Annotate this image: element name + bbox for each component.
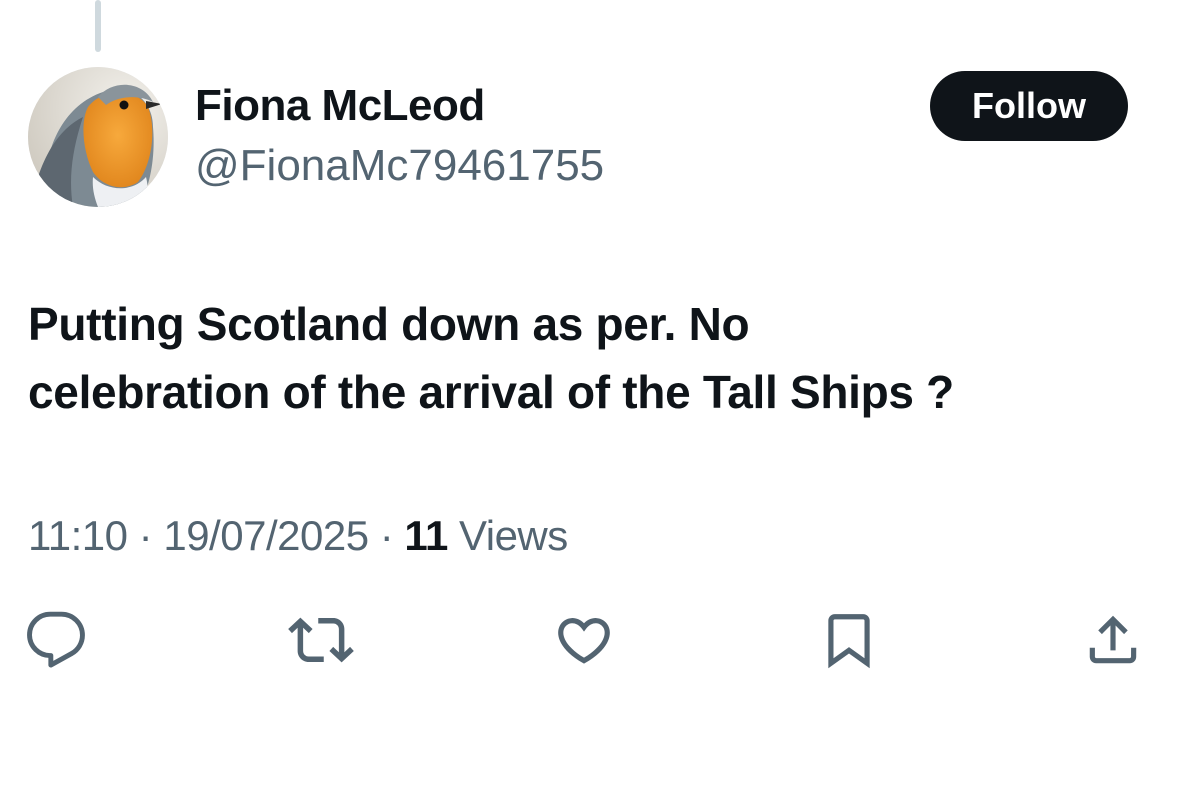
share-icon <box>1089 615 1137 664</box>
tweet-meta: 11:10 · 19/07/2025 · 11 Views <box>28 510 568 562</box>
tweet-date[interactable]: 19/07/2025 <box>163 512 369 559</box>
views-label: Views <box>458 512 568 559</box>
author-display-name[interactable]: Fiona McLeod <box>195 80 485 132</box>
author-handle[interactable]: @FionaMc79461755 <box>195 140 604 192</box>
thread-connector-line <box>95 0 101 52</box>
tweet-text-line-1: Putting Scotland down as per. No <box>28 298 750 350</box>
bookmark-icon <box>828 614 870 669</box>
robin-avatar-icon <box>28 67 168 207</box>
reply-icon <box>27 611 85 668</box>
meta-separator: · <box>379 512 394 559</box>
tweet-text: Putting Scotland down as per. No celebrat… <box>28 290 1158 426</box>
retweet-icon <box>288 617 354 663</box>
bookmark-button[interactable] <box>814 605 884 675</box>
share-button[interactable] <box>1078 605 1148 675</box>
tweet-time[interactable]: 11:10 <box>28 512 128 559</box>
tweet-text-line-2: celebration of the arrival of the Tall S… <box>28 366 954 418</box>
retweet-button[interactable] <box>286 605 356 675</box>
avatar[interactable] <box>28 67 168 207</box>
action-bar <box>0 605 1179 675</box>
reply-button[interactable] <box>21 605 91 675</box>
meta-separator: · <box>138 512 153 559</box>
like-icon <box>558 618 610 664</box>
like-button[interactable] <box>549 605 619 675</box>
views-count: 11 <box>404 512 448 559</box>
follow-button[interactable]: Follow <box>930 71 1128 141</box>
